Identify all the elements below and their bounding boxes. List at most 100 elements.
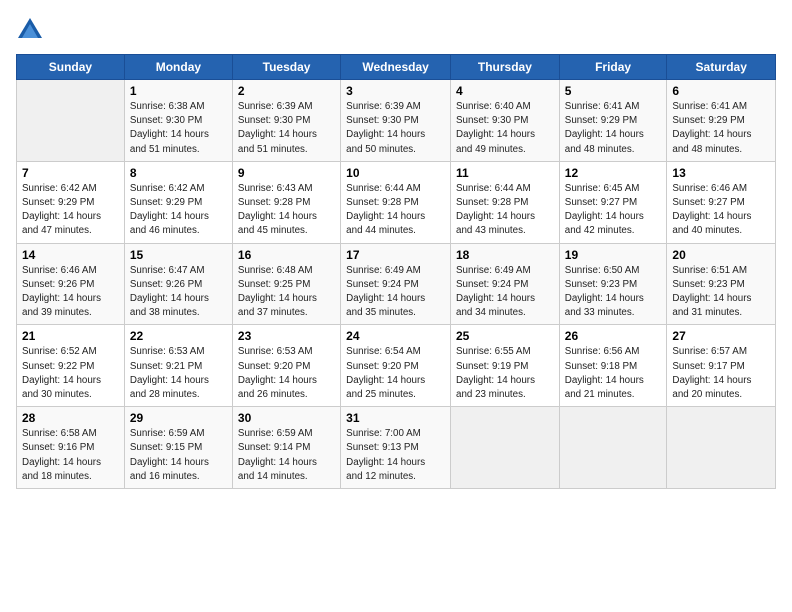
day-info: Sunrise: 6:45 AM Sunset: 9:27 PM Dayligh… xyxy=(565,182,662,239)
day-number: 5 xyxy=(565,84,662,98)
day-info: Sunrise: 6:54 AM Sunset: 9:20 PM Dayligh… xyxy=(346,345,445,402)
week-row-4: 21 Sunrise: 6:52 AM Sunset: 9:22 PM Dayli… xyxy=(17,325,776,407)
calendar-cell: 27 Sunrise: 6:57 AM Sunset: 9:17 PM Dayli… xyxy=(667,325,776,407)
day-number: 14 xyxy=(22,248,119,262)
day-info: Sunrise: 6:38 AM Sunset: 9:30 PM Dayligh… xyxy=(130,100,227,157)
day-number: 24 xyxy=(346,329,445,343)
day-number: 10 xyxy=(346,166,445,180)
day-number: 15 xyxy=(130,248,227,262)
day-info: Sunrise: 6:49 AM Sunset: 9:24 PM Dayligh… xyxy=(346,264,445,321)
day-info: Sunrise: 6:48 AM Sunset: 9:25 PM Dayligh… xyxy=(238,264,335,321)
calendar-cell: 28 Sunrise: 6:58 AM Sunset: 9:16 PM Dayli… xyxy=(17,407,125,489)
calendar-cell: 18 Sunrise: 6:49 AM Sunset: 9:24 PM Dayli… xyxy=(451,243,560,325)
calendar-cell: 22 Sunrise: 6:53 AM Sunset: 9:21 PM Dayli… xyxy=(124,325,232,407)
calendar-cell: 30 Sunrise: 6:59 AM Sunset: 9:14 PM Dayli… xyxy=(232,407,340,489)
day-number: 31 xyxy=(346,411,445,425)
calendar-cell: 17 Sunrise: 6:49 AM Sunset: 9:24 PM Dayli… xyxy=(341,243,451,325)
logo xyxy=(16,16,48,44)
calendar-cell: 3Sunrise: 6:39 AM Sunset: 9:30 PM Daylig… xyxy=(341,80,451,162)
day-number: 19 xyxy=(565,248,662,262)
day-info: Sunrise: 6:43 AM Sunset: 9:28 PM Dayligh… xyxy=(238,182,335,239)
calendar-cell: 25 Sunrise: 6:55 AM Sunset: 9:19 PM Dayli… xyxy=(451,325,560,407)
day-info: Sunrise: 6:57 AM Sunset: 9:17 PM Dayligh… xyxy=(672,345,770,402)
day-number: 27 xyxy=(672,329,770,343)
day-info: Sunrise: 6:52 AM Sunset: 9:22 PM Dayligh… xyxy=(22,345,119,402)
day-info: Sunrise: 6:53 AM Sunset: 9:21 PM Dayligh… xyxy=(130,345,227,402)
calendar-cell xyxy=(17,80,125,162)
day-number: 7 xyxy=(22,166,119,180)
calendar-cell: 31 Sunrise: 7:00 AM Sunset: 9:13 PM Dayli… xyxy=(341,407,451,489)
day-number: 9 xyxy=(238,166,335,180)
day-number: 4 xyxy=(456,84,554,98)
day-number: 23 xyxy=(238,329,335,343)
day-number: 22 xyxy=(130,329,227,343)
day-number: 6 xyxy=(672,84,770,98)
calendar-cell: 19 Sunrise: 6:50 AM Sunset: 9:23 PM Dayli… xyxy=(559,243,667,325)
day-number: 13 xyxy=(672,166,770,180)
day-number: 21 xyxy=(22,329,119,343)
day-info: Sunrise: 6:41 AM Sunset: 9:29 PM Dayligh… xyxy=(672,100,770,157)
day-info: Sunrise: 6:46 AM Sunset: 9:27 PM Dayligh… xyxy=(672,182,770,239)
day-info: Sunrise: 6:39 AM Sunset: 9:30 PM Dayligh… xyxy=(346,100,445,157)
calendar-cell: 20Sunrise: 6:51 AM Sunset: 9:23 PM Dayli… xyxy=(667,243,776,325)
header xyxy=(16,16,776,44)
day-info: Sunrise: 6:55 AM Sunset: 9:19 PM Dayligh… xyxy=(456,345,554,402)
day-number: 26 xyxy=(565,329,662,343)
calendar-cell: 24 Sunrise: 6:54 AM Sunset: 9:20 PM Dayli… xyxy=(341,325,451,407)
day-info: Sunrise: 6:44 AM Sunset: 9:28 PM Dayligh… xyxy=(456,182,554,239)
calendar-cell: 14 Sunrise: 6:46 AM Sunset: 9:26 PM Dayli… xyxy=(17,243,125,325)
day-number: 30 xyxy=(238,411,335,425)
day-info: Sunrise: 7:00 AM Sunset: 9:13 PM Dayligh… xyxy=(346,427,445,484)
day-number: 1 xyxy=(130,84,227,98)
calendar-cell: 7Sunrise: 6:42 AM Sunset: 9:29 PM Daylig… xyxy=(17,161,125,243)
calendar-cell: 10 Sunrise: 6:44 AM Sunset: 9:28 PM Dayli… xyxy=(341,161,451,243)
day-number: 25 xyxy=(456,329,554,343)
day-info: Sunrise: 6:56 AM Sunset: 9:18 PM Dayligh… xyxy=(565,345,662,402)
calendar-cell xyxy=(667,407,776,489)
day-info: Sunrise: 6:58 AM Sunset: 9:16 PM Dayligh… xyxy=(22,427,119,484)
day-header-monday: Monday xyxy=(124,55,232,80)
calendar-cell: 8 Sunrise: 6:42 AM Sunset: 9:29 PM Daylig… xyxy=(124,161,232,243)
day-number: 12 xyxy=(565,166,662,180)
day-number: 18 xyxy=(456,248,554,262)
day-info: Sunrise: 6:53 AM Sunset: 9:20 PM Dayligh… xyxy=(238,345,335,402)
day-info: Sunrise: 6:46 AM Sunset: 9:26 PM Dayligh… xyxy=(22,264,119,321)
week-row-3: 14 Sunrise: 6:46 AM Sunset: 9:26 PM Dayli… xyxy=(17,243,776,325)
calendar-cell: 11 Sunrise: 6:44 AM Sunset: 9:28 PM Dayli… xyxy=(451,161,560,243)
day-info: Sunrise: 6:47 AM Sunset: 9:26 PM Dayligh… xyxy=(130,264,227,321)
calendar-cell: 6 Sunrise: 6:41 AM Sunset: 9:29 PM Daylig… xyxy=(667,80,776,162)
calendar-cell: 4Sunrise: 6:40 AM Sunset: 9:30 PM Daylig… xyxy=(451,80,560,162)
day-info: Sunrise: 6:42 AM Sunset: 9:29 PM Dayligh… xyxy=(130,182,227,239)
day-header-thursday: Thursday xyxy=(451,55,560,80)
calendar-cell: 21 Sunrise: 6:52 AM Sunset: 9:22 PM Dayli… xyxy=(17,325,125,407)
day-info: Sunrise: 6:49 AM Sunset: 9:24 PM Dayligh… xyxy=(456,264,554,321)
page: SundayMondayTuesdayWednesdayThursdayFrid… xyxy=(0,0,792,612)
calendar-cell: 1 Sunrise: 6:38 AM Sunset: 9:30 PM Daylig… xyxy=(124,80,232,162)
week-row-2: 7 Sunrise: 6:42 AM Sunset: 9:29 PM Daylig… xyxy=(17,161,776,243)
calendar-cell xyxy=(451,407,560,489)
day-info: Sunrise: 6:59 AM Sunset: 9:14 PM Dayligh… xyxy=(238,427,335,484)
calendar-cell: 26 Sunrise: 6:56 AM Sunset: 9:18 PM Dayli… xyxy=(559,325,667,407)
calendar-cell: 15 Sunrise: 6:47 AM Sunset: 9:26 PM Dayli… xyxy=(124,243,232,325)
day-number: 16 xyxy=(238,248,335,262)
calendar-cell: 29Sunrise: 6:59 AM Sunset: 9:15 PM Dayli… xyxy=(124,407,232,489)
day-info: Sunrise: 6:51 AM Sunset: 9:23 PM Dayligh… xyxy=(672,264,770,321)
calendar-cell: 16 Sunrise: 6:48 AM Sunset: 9:25 PM Dayli… xyxy=(232,243,340,325)
header-row: SundayMondayTuesdayWednesdayThursdayFrid… xyxy=(17,55,776,80)
day-number: 2 xyxy=(238,84,335,98)
day-number: 17 xyxy=(346,248,445,262)
calendar-cell: 23 Sunrise: 6:53 AM Sunset: 9:20 PM Dayli… xyxy=(232,325,340,407)
day-number: 28 xyxy=(22,411,119,425)
calendar-cell: 2 Sunrise: 6:39 AM Sunset: 9:30 PM Daylig… xyxy=(232,80,340,162)
day-info: Sunrise: 6:50 AM Sunset: 9:23 PM Dayligh… xyxy=(565,264,662,321)
calendar-table: SundayMondayTuesdayWednesdayThursdayFrid… xyxy=(16,54,776,489)
day-header-tuesday: Tuesday xyxy=(232,55,340,80)
day-header-saturday: Saturday xyxy=(667,55,776,80)
day-number: 8 xyxy=(130,166,227,180)
day-info: Sunrise: 6:59 AM Sunset: 9:15 PM Dayligh… xyxy=(130,427,227,484)
day-info: Sunrise: 6:39 AM Sunset: 9:30 PM Dayligh… xyxy=(238,100,335,157)
day-number: 11 xyxy=(456,166,554,180)
week-row-5: 28 Sunrise: 6:58 AM Sunset: 9:16 PM Dayli… xyxy=(17,407,776,489)
day-header-wednesday: Wednesday xyxy=(341,55,451,80)
day-info: Sunrise: 6:44 AM Sunset: 9:28 PM Dayligh… xyxy=(346,182,445,239)
